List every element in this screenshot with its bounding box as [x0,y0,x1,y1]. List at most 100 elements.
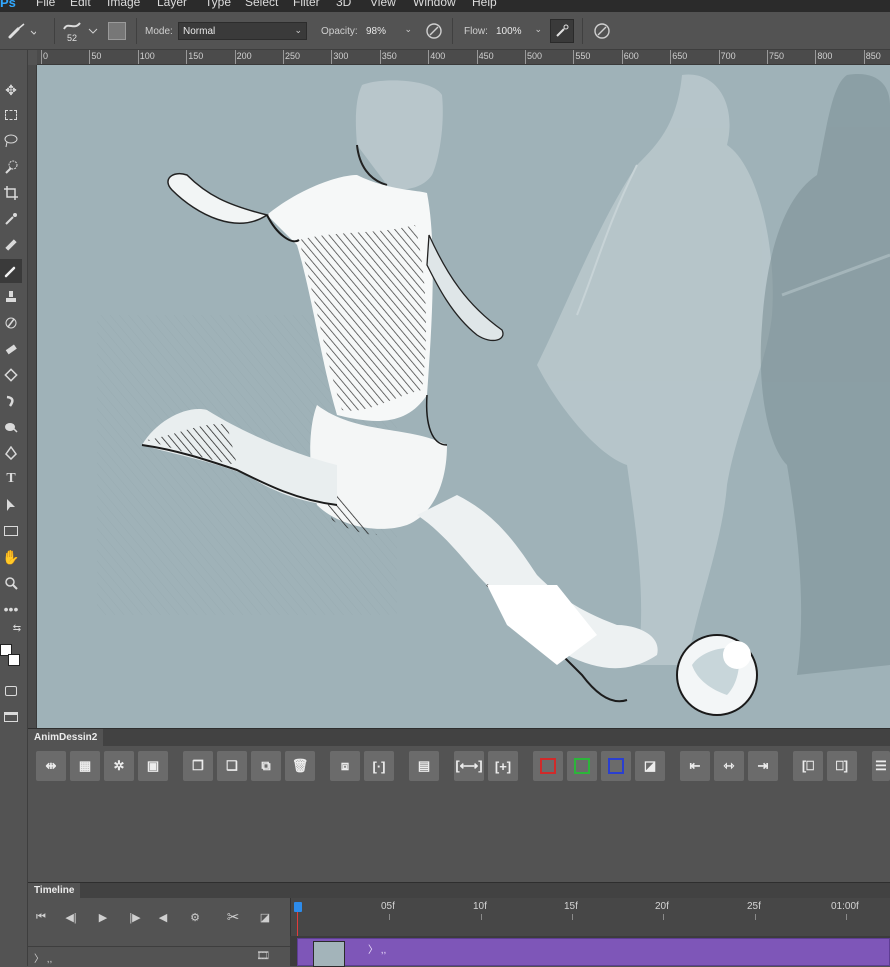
anim-btn-blue[interactable] [601,751,631,781]
transition-button[interactable]: ◪ [256,908,274,926]
rectangle-tool[interactable] [0,519,22,543]
flow-field[interactable]: 100% ⌄ [492,22,546,40]
menu-select[interactable]: Select [245,0,278,9]
document-canvas[interactable] [37,65,890,728]
size-pressure-button[interactable] [592,12,612,50]
timeline-settings-button[interactable]: ⚙ [186,908,204,926]
anim-btn-new-frame-2[interactable]: ❑ [217,751,247,781]
stamp-tool[interactable] [0,285,22,309]
anim-btn-green[interactable] [567,751,597,781]
anim-btn-prev-key[interactable]: ⇤ [680,751,710,781]
menu-filter[interactable]: Filter [293,0,320,9]
anim-btn-center-key[interactable]: ⇿ [714,751,744,781]
type-tool[interactable]: T [0,467,22,491]
track-name[interactable]: 〉 ,, [34,950,52,965]
eyedropper-tool[interactable] [0,207,22,231]
menu-3d[interactable]: 3D [336,0,351,9]
airbrush-button[interactable] [550,12,574,50]
anim-btn-new-frame-1[interactable]: ❐ [183,751,213,781]
playhead-handle[interactable] [294,902,302,912]
anim-btn-trim-start[interactable]: [⎕ [793,751,823,781]
history-brush-tool[interactable] [0,311,22,335]
healing-tool[interactable] [0,233,22,257]
folder-stripes-icon: ▤ [417,758,431,773]
anim-btn-next-key[interactable]: ⇥ [748,751,778,781]
menu-window[interactable]: Window [413,0,456,9]
anim-btn-merge[interactable]: ⧈ [330,751,360,781]
anim-btn-red[interactable] [533,751,563,781]
brush-tool-preset[interactable] [6,12,36,50]
frame-label-20f: 20f [655,901,669,912]
anim-btn-no-color[interactable]: ◪ [635,751,665,781]
anim-btn-more[interactable]: ☰ [872,751,890,781]
film-strip-icon[interactable]: 🎞 [256,949,270,962]
menu-type[interactable]: Type [205,0,231,9]
screen-mode-button[interactable] [0,705,22,729]
anim-btn-fit[interactable]: [⟷] [454,751,484,781]
crop-icon [4,186,18,200]
anim-btn-duplicate[interactable]: ⧉ [251,751,281,781]
brush-tool[interactable] [0,259,22,283]
quick-select-tool[interactable] [0,155,22,179]
opacity-pressure-button[interactable] [424,12,444,50]
anim-btn-onion[interactable]: ▦ [70,751,100,781]
opacity-field[interactable]: 98% ⌄ [362,22,416,40]
anim-btn-bracket[interactable]: [·] [364,751,394,781]
pen-tool[interactable] [0,441,22,465]
menu-view[interactable]: View [370,0,396,9]
artwork-football-players [97,74,890,716]
split-button[interactable]: ✂ [224,908,242,926]
go-first-frame-button[interactable]: ⏮ [32,908,50,926]
arrow-icon [7,499,15,511]
anim-btn-folder[interactable]: ▤ [409,751,439,781]
menu-edit[interactable]: Edit [70,0,91,9]
crop-tool[interactable] [0,181,22,205]
timeline-tab[interactable]: Timeline [28,883,81,899]
more-tools[interactable]: ••• [0,597,22,621]
anim-btn-save[interactable]: ▣ [138,751,168,781]
anim-btn-delete[interactable]: 🗑 [285,751,315,781]
move-icon: ✥ [5,81,17,98]
swap-colors[interactable]: ⇆ [0,621,22,635]
anim-btn-align[interactable]: ⇹ [36,751,66,781]
vertical-ruler [28,65,37,728]
dodge-icon [5,423,18,433]
screen-mode-icon [4,712,18,722]
brush-size-picker[interactable]: 52 [62,12,82,50]
eraser-tool[interactable] [0,337,22,361]
menu-help[interactable]: Help [472,0,497,9]
ruler-tick [186,50,188,64]
move-tool[interactable]: ✥ [0,78,22,102]
lasso-tool[interactable] [0,129,22,153]
prev-frame-icon: ◀| [65,911,77,924]
anim-btn-scatter[interactable]: ✲ [104,751,134,781]
menu-file[interactable]: File [36,0,55,9]
paint-bucket-tool[interactable] [0,363,22,387]
timeline-clip[interactable]: 〉 ,, [297,938,890,967]
quick-mask-button[interactable] [0,679,22,703]
swap-icon: ⇆ [12,622,22,634]
blur-tool[interactable] [0,389,22,413]
brush-picker-chevron[interactable] [88,12,98,50]
background-color-swatch[interactable] [8,654,20,666]
dodge-tool[interactable] [0,415,22,439]
ruler-label: 50 [91,51,102,61]
menu-layer[interactable]: Layer [157,0,187,9]
next-frame-button[interactable]: |▶ [126,908,144,926]
prev-frame-button[interactable]: ◀| [62,908,80,926]
frame-label-25f: 25f [747,901,761,912]
mode-dropdown[interactable]: Normal ⌄ [178,22,307,40]
marquee-tool[interactable] [0,103,22,127]
path-select-tool[interactable] [0,493,22,517]
zoom-tool[interactable] [0,571,22,595]
rectangle-icon [4,526,18,536]
timeline-ruler[interactable]: 05f 10f 15f 20f 25f 01:00f [290,898,890,936]
anim-btn-trim-end[interactable]: ⎕] [827,751,857,781]
anim-panel-tab[interactable]: AnimDessin2 [28,729,104,747]
play-button[interactable]: ▶ [94,908,112,926]
hand-tool[interactable]: ✋ [0,545,22,569]
anim-btn-extend[interactable]: [+] [488,751,518,781]
brush-settings-button[interactable] [108,12,126,50]
audio-button[interactable]: ◀ [154,908,172,926]
menu-image[interactable]: Image [107,0,140,9]
